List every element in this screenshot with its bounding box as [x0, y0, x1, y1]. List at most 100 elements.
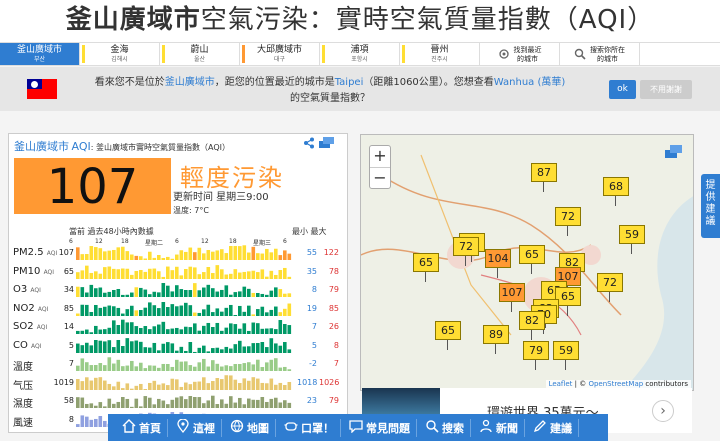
sparkline-bar: [278, 255, 283, 260]
sparkline-bar: [116, 247, 121, 260]
leaflet-link[interactable]: Leaflet: [549, 380, 573, 388]
pollutant-min: 35: [306, 266, 317, 276]
pollutant-current: 65: [63, 266, 74, 276]
city-tab-color-bar: [402, 45, 405, 63]
map-marker[interactable]: 79: [523, 341, 549, 370]
map-marker[interactable]: 107: [499, 283, 525, 312]
sparkline-bar: [202, 308, 206, 316]
pollutant-max: 79: [328, 396, 339, 405]
panel-city[interactable]: 釜山廣域市: [14, 140, 69, 153]
map-marker[interactable]: 82: [519, 311, 545, 340]
pollutant-row[interactable]: SO2 AQI 14 7 26: [9, 318, 349, 336]
sparkline-bar: [166, 341, 170, 353]
sparkline-bar: [287, 276, 292, 279]
nav-item-7[interactable]: 建議: [527, 418, 579, 437]
nav-item-6[interactable]: 新聞: [473, 418, 525, 437]
map-marker[interactable]: 89: [483, 325, 509, 354]
panel-title: 釜山廣域市 AQI: 釜山廣域市實時空氣質量指數（AQI）: [14, 140, 231, 153]
ok-button[interactable]: ok: [609, 80, 636, 99]
nav-item-2[interactable]: 地圖: [224, 418, 276, 437]
map-marker[interactable]: 72: [555, 207, 581, 236]
map-marker[interactable]: 72: [453, 237, 479, 266]
chevron-right-icon[interactable]: ›: [652, 400, 674, 422]
notice-alt-link[interactable]: Wanhua (萬華): [494, 77, 566, 88]
nav-item-0[interactable]: 首頁: [116, 418, 168, 437]
pollutant-row[interactable]: 溫度 7 -2 7: [9, 355, 349, 373]
map[interactable]: + − 876872597272651046582107726510765827…: [360, 134, 694, 391]
city-tab-color-bar: [242, 45, 245, 63]
pollutant-min: -2: [309, 359, 317, 368]
sparkline-bar: [283, 308, 287, 316]
sparkline-bar: [143, 388, 148, 390]
sparkline-bar: [269, 309, 274, 316]
nav-label: 這裡: [193, 421, 215, 435]
map-marker[interactable]: 65: [435, 321, 461, 350]
sparkline-bar: [287, 348, 292, 353]
map-layers-icon[interactable]: [665, 145, 683, 159]
pollutant-row[interactable]: PM2.5 AQI 107 55 122: [9, 244, 349, 262]
city-tab-4[interactable]: 浦項 포항시: [320, 43, 400, 65]
sparkline-bar: [130, 292, 134, 297]
zoom-in-button[interactable]: +: [370, 146, 390, 168]
sparkline-bar: [193, 351, 197, 353]
sparkline-bar: [278, 345, 283, 353]
sparkline-bar: [188, 365, 193, 371]
pollutant-row[interactable]: 气压 1019 1018 1026: [9, 374, 349, 392]
map-marker[interactable]: 65: [519, 245, 545, 274]
nav-item-1[interactable]: 這裡: [170, 418, 222, 437]
nearest-button[interactable]: 找到最近 的城市: [480, 43, 560, 65]
sparkline-bar: [130, 360, 134, 371]
pollutant-name: 風速: [13, 417, 33, 429]
sparkline-bar: [220, 289, 224, 297]
city-tab-5[interactable]: 晉州 진주시: [400, 43, 480, 65]
sparkline-bar: [89, 332, 94, 334]
pollutant-max: 78: [328, 266, 339, 276]
sparkline-bar: [89, 272, 94, 279]
search_city-button[interactable]: 搜索你所在 的城市: [560, 43, 640, 65]
zoom-out-button[interactable]: −: [370, 168, 390, 190]
pollutant-row[interactable]: NO2 AQI 85 19 85: [9, 300, 349, 318]
sparkline-bar: [197, 273, 202, 279]
sparkline-bar: [80, 254, 85, 260]
pollutant-row[interactable]: 濕度 58 23 79: [9, 392, 349, 410]
map-marker[interactable]: 59: [553, 341, 579, 370]
nav-item-5[interactable]: 搜索: [419, 418, 471, 437]
sparkline-bar: [206, 250, 211, 260]
notice-city-link[interactable]: 釜山廣域市: [165, 77, 215, 88]
sparkline-bar: [80, 344, 85, 353]
map-marker[interactable]: 87: [531, 163, 557, 192]
sparkline-bar: [103, 340, 107, 353]
city-tab-sub: 포항시: [351, 56, 368, 63]
panel-subtitle: 釜山廣域市實時空氣質量指數（AQI）: [96, 143, 231, 152]
share-icon[interactable]: [303, 137, 315, 149]
feedback-tab[interactable]: 提供建議: [701, 174, 720, 238]
osm-link[interactable]: OpenStreetMap: [588, 380, 643, 388]
city-tab-0[interactable]: 釜山廣域市 부산: [0, 43, 80, 65]
widget-icon[interactable]: [319, 137, 335, 149]
sparkline-bar: [80, 414, 85, 427]
sparkline-bar: [143, 396, 148, 408]
search-icon: [574, 48, 586, 63]
map-marker[interactable]: 68: [603, 177, 629, 206]
sparkline-bar: [256, 323, 260, 334]
map-marker[interactable]: 104: [485, 249, 511, 278]
city-tab-1[interactable]: 金海 김해시: [80, 43, 160, 65]
no-thanks-button[interactable]: 不用謝謝: [640, 80, 692, 99]
sparkline-bar: [98, 376, 103, 390]
nav-item-3[interactable]: 口罩！: [278, 418, 341, 437]
map-marker[interactable]: 59: [619, 225, 645, 254]
pollutant-row[interactable]: PM10 AQI 65 35 78: [9, 263, 349, 281]
pollutant-row[interactable]: O3 AQI 34 8 79: [9, 281, 349, 299]
nav-item-4[interactable]: 常見問題: [343, 418, 417, 437]
pollutant-row[interactable]: CO AQI 5 5 8: [9, 337, 349, 355]
city-tab-2[interactable]: 蔚山 울산: [160, 43, 240, 65]
sparkline-bar: [224, 403, 229, 408]
sparkline-bar: [121, 319, 125, 334]
nav-label: 首頁: [139, 421, 161, 435]
map-marker[interactable]: 72: [597, 273, 623, 302]
pollutant-current: 7: [68, 359, 74, 368]
notice-nearest-link[interactable]: Taipei: [335, 77, 364, 88]
city-tab-3[interactable]: 大邱廣域市 대구: [240, 43, 320, 65]
sparkline-bar: [197, 381, 202, 390]
map-marker[interactable]: 65: [413, 253, 439, 282]
